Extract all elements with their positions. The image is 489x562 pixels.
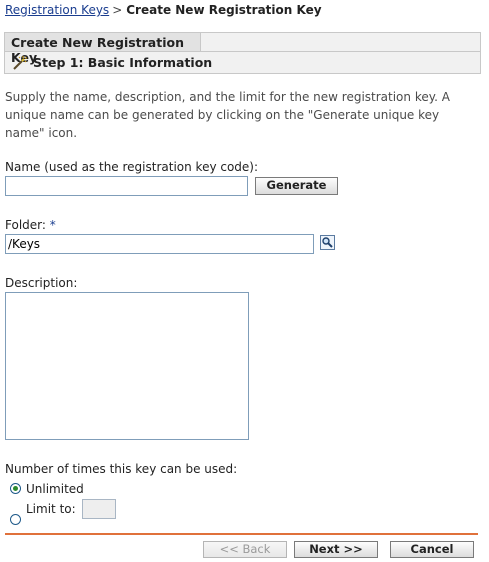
breadcrumb-link-registration-keys[interactable]: Registration Keys (5, 3, 109, 17)
header-divider (5, 51, 480, 52)
next-button[interactable]: Next >> (294, 541, 378, 558)
step-title: Step 1: Basic Information (33, 55, 213, 70)
wizard-header: Create New Registration Key Step 1: Basi… (4, 32, 481, 74)
unlimited-radio[interactable] (10, 483, 21, 494)
wand-icon (11, 55, 27, 71)
intro-text: Supply the name, description, and the li… (5, 90, 450, 140)
name-input[interactable] (5, 176, 248, 196)
cancel-button[interactable]: Cancel (390, 541, 474, 558)
limit-to-label: Limit to: (26, 502, 76, 516)
description-textarea[interactable] (5, 292, 249, 440)
description-label: Description: (5, 276, 78, 290)
limit-to-radio[interactable] (10, 514, 21, 525)
generate-button[interactable]: Generate (255, 177, 338, 195)
folder-input[interactable] (5, 234, 314, 254)
breadcrumb-separator: > (112, 3, 123, 17)
name-label: Name (used as the registration key code)… (5, 160, 259, 174)
footer-divider (5, 533, 478, 535)
limit-count-input[interactable] (82, 499, 116, 519)
unlimited-label: Unlimited (26, 482, 84, 496)
usage-label: Number of times this key can be used: (5, 462, 238, 476)
back-button[interactable]: << Back (203, 541, 287, 558)
folder-label-text: Folder: (5, 218, 46, 232)
wizard-title: Create New Registration Key (5, 33, 201, 65)
breadcrumb-current: Create New Registration Key (126, 3, 322, 17)
folder-label: Folder: * (5, 218, 56, 232)
search-icon[interactable] (320, 235, 335, 250)
breadcrumb: Registration Keys > Create New Registratio… (5, 3, 322, 17)
required-marker: * (49, 218, 56, 232)
step-indicator: Step 1: Basic Information (11, 53, 212, 72)
